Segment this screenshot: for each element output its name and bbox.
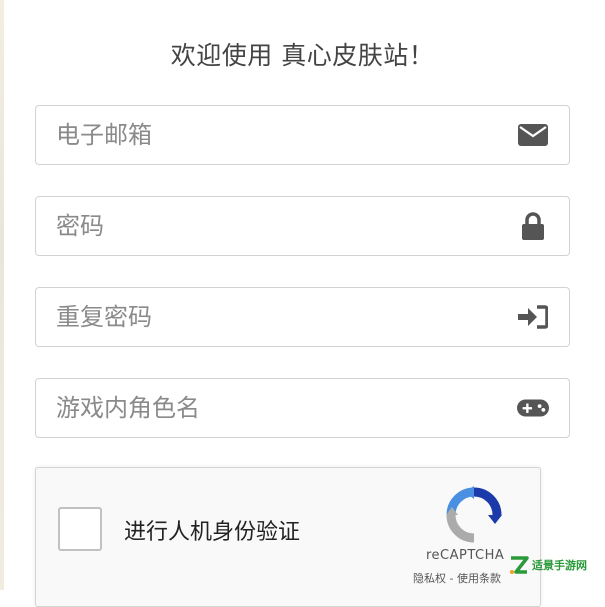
- password-field[interactable]: [35, 196, 570, 256]
- watermark-text: 适景手游网: [532, 559, 587, 572]
- page-title: 欢迎使用 真心皮肤站！: [170, 41, 435, 70]
- game-name-input[interactable]: [36, 379, 506, 437]
- email-field[interactable]: [35, 105, 570, 165]
- lock-icon: [517, 212, 549, 240]
- recaptcha-logo-icon: [444, 486, 504, 544]
- recaptcha-widget: 进行人机身份验证 reCAPTCHA 隐私权 - 使用条款: [35, 467, 541, 607]
- recaptcha-terms-link[interactable]: 隐私权 - 使用条款: [413, 570, 501, 586]
- left-edge-strip: [0, 0, 4, 590]
- email-input[interactable]: [36, 106, 506, 164]
- password-input[interactable]: [36, 197, 506, 255]
- confirm-password-field[interactable]: [35, 287, 570, 347]
- gamepad-icon: [517, 394, 549, 422]
- recaptcha-label: 进行人机身份验证: [124, 520, 301, 545]
- site-watermark: 适景手游网: [508, 552, 587, 578]
- sign-in-icon: [517, 303, 549, 331]
- confirm-password-input[interactable]: [36, 288, 506, 346]
- envelope-icon: [517, 121, 549, 149]
- recaptcha-brand: reCAPTCHA: [426, 548, 505, 563]
- watermark-logo-icon: [510, 556, 529, 574]
- game-name-field[interactable]: [35, 378, 570, 438]
- recaptcha-checkbox[interactable]: [58, 507, 102, 551]
